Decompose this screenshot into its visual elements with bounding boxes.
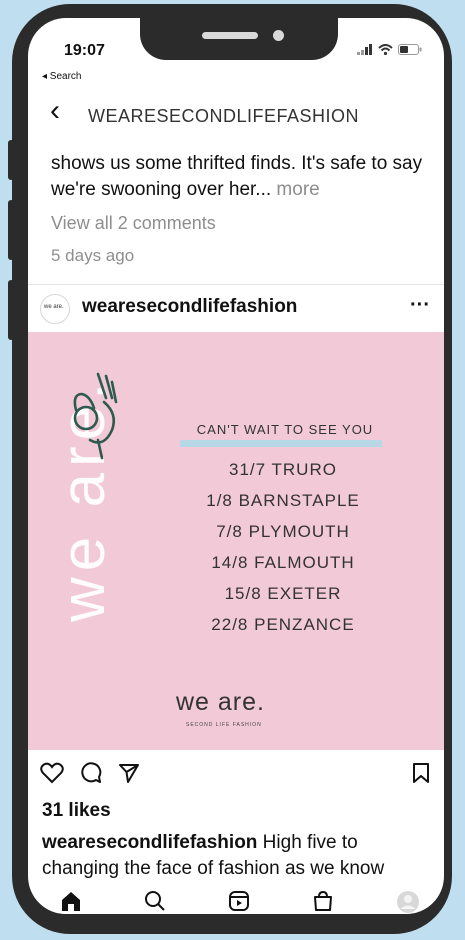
caption-username[interactable]: wearesecondlifefashion: [42, 832, 257, 853]
more-options-icon[interactable]: ···: [410, 294, 430, 317]
battery-icon: [398, 44, 422, 55]
post-headline: CAN'T WAIT TO SEE YOU: [196, 422, 374, 437]
brand-logo-text: we are.: [176, 688, 265, 716]
post-caption: wearesecondlifefashion High five to chan…: [42, 830, 432, 882]
page-title: WEARESECONDLIFEFASHION: [88, 106, 360, 126]
ok-hand-icon: [73, 372, 118, 460]
phone-side-button: [8, 140, 14, 180]
phone-side-button: [8, 280, 14, 340]
phone-screen: 19:07 ◂ Search ‹ WEARESECONDLIFEFASHION …: [28, 18, 444, 914]
heart-icon[interactable]: [40, 762, 64, 784]
notch: [140, 18, 338, 60]
tour-date-item: 1/8 BARNSTAPLE: [206, 491, 360, 510]
shop-icon[interactable]: [312, 890, 334, 912]
camera: [273, 30, 284, 41]
more-link[interactable]: more: [276, 179, 319, 200]
bookmark-icon[interactable]: [412, 762, 430, 784]
status-icons: [357, 44, 422, 55]
brand-subtitle: SECOND LIFE FASHION: [186, 722, 262, 728]
back-to-search-link[interactable]: ◂ Search: [42, 71, 81, 82]
avatar-text: we are.: [44, 304, 64, 310]
profile-icon[interactable]: [396, 890, 420, 914]
phone-side-button: [8, 200, 14, 260]
search-icon[interactable]: [144, 890, 166, 912]
speaker: [202, 32, 258, 39]
post-header: we are. wearesecondlifefashion ···: [28, 286, 444, 332]
tour-date-item: 31/7 TRURO: [229, 460, 337, 479]
post-timestamp: 5 days ago: [51, 246, 135, 265]
like-count[interactable]: 31 likes: [42, 800, 111, 822]
avatar[interactable]: we are.: [40, 294, 70, 324]
status-time: 19:07: [64, 42, 105, 59]
tour-date-item: 7/8 PLYMOUTH: [216, 522, 350, 541]
tour-date-item: 15/8 EXETER: [224, 584, 342, 603]
home-icon[interactable]: [60, 890, 82, 912]
reels-icon[interactable]: [228, 890, 250, 912]
tour-date-item: 22/8 PENZANCE: [211, 615, 355, 634]
tour-date-item: 14/8 FALMOUTH: [211, 553, 355, 572]
headline-underline: [180, 440, 382, 447]
signal-icon: [357, 44, 372, 55]
post-username[interactable]: wearesecondlifefashion: [82, 296, 297, 318]
divider: [28, 284, 444, 285]
comment-icon[interactable]: [80, 762, 102, 784]
previous-post-caption: shows us some thrifted finds. It's safe …: [51, 151, 431, 203]
post-image[interactable]: we are. CAN'T WAIT TO SEE YOU 31/7 TRURO…: [28, 332, 444, 750]
caption-text: shows us some thrifted finds. It's safe …: [51, 153, 423, 200]
share-icon[interactable]: [118, 762, 140, 784]
bottom-tab-bar: [28, 884, 444, 914]
profile-header: ‹ WEARESECONDLIFEFASHION: [28, 82, 444, 142]
wifi-icon: [378, 44, 393, 55]
post-actions: [28, 756, 444, 796]
view-comments-link[interactable]: View all 2 comments: [51, 213, 216, 234]
back-chevron-icon[interactable]: ‹: [50, 96, 60, 126]
